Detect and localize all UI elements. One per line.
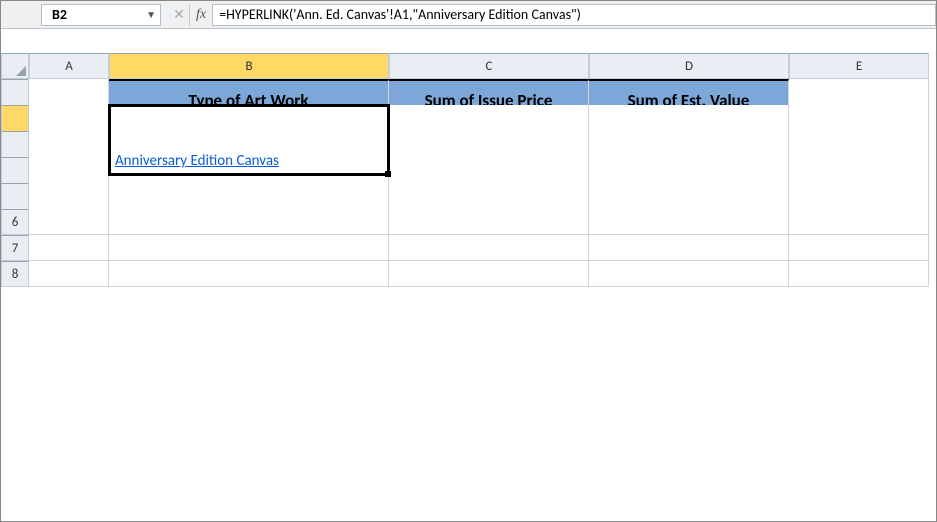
col-header-A[interactable]: A [29, 53, 109, 79]
cell-E7[interactable] [789, 235, 929, 261]
cell-B8[interactable] [109, 261, 389, 287]
spreadsheet-grid[interactable]: A B C D E 1 Type of Art Work Sum of Issu… [1, 53, 936, 287]
col-header-D[interactable]: D [589, 53, 789, 79]
cell-D7[interactable] [589, 235, 789, 261]
cell-A8[interactable] [29, 261, 109, 287]
name-box-value: B2 [52, 6, 67, 23]
row-header-6[interactable]: 6 [1, 209, 29, 235]
cell-B7[interactable] [109, 235, 389, 261]
cancel-icon: ✕ [169, 4, 189, 26]
row-header-8[interactable]: 8 [1, 261, 29, 287]
cell-D8[interactable] [589, 261, 789, 287]
cell-A7[interactable] [29, 235, 109, 261]
cell-E6[interactable] [789, 209, 929, 235]
chevron-down-icon[interactable]: ▼ [146, 8, 156, 21]
cell-C8[interactable] [389, 261, 589, 287]
formula-input[interactable]: =HYPERLINK('Ann. Ed. Canvas'!A1,"Anniver… [212, 4, 936, 26]
cell-D6[interactable] [589, 209, 789, 235]
cell-C7[interactable] [389, 235, 589, 261]
fx-icon[interactable]: fx [189, 4, 212, 26]
formula-bar: B2 ▼ ✕ fx =HYPERLINK('Ann. Ed. Canvas'!A… [1, 1, 936, 29]
col-header-C[interactable]: C [389, 53, 589, 79]
name-box[interactable]: B2 ▼ [41, 4, 161, 26]
hyperlink-text[interactable]: Anniversary Edition Canvas [115, 152, 279, 170]
cell-A6[interactable] [29, 209, 109, 235]
col-header-E[interactable]: E [789, 53, 929, 79]
col-header-B[interactable]: B [109, 53, 389, 79]
formula-text: =HYPERLINK('Ann. Ed. Canvas'!A1,"Anniver… [219, 6, 581, 23]
cell-C6[interactable] [389, 209, 589, 235]
cell-B2[interactable]: Anniversary Edition Canvas [109, 105, 389, 175]
cell-E8[interactable] [789, 261, 929, 287]
select-all-corner[interactable] [1, 53, 29, 79]
row-header-7[interactable]: 7 [1, 235, 29, 261]
cell-B6[interactable] [109, 209, 389, 235]
